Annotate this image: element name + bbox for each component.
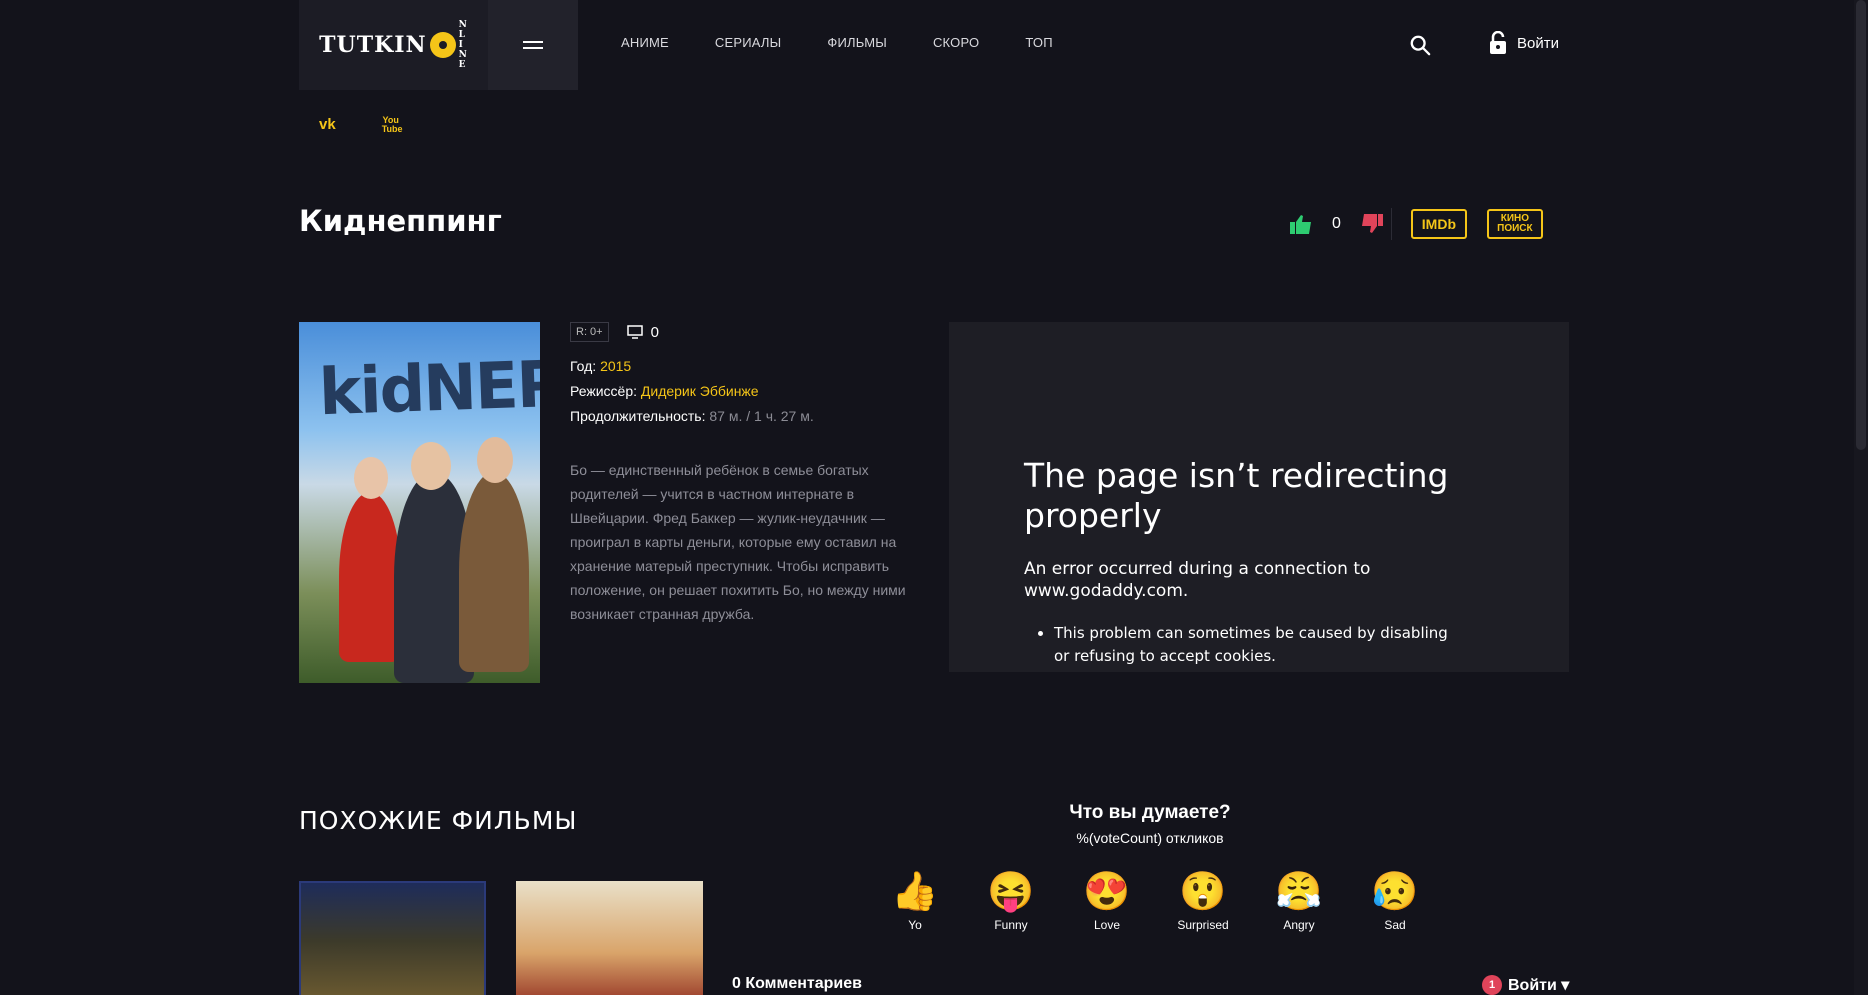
thumbs-up-emoji-icon: 👍 (891, 871, 939, 913)
thumbs-down-icon[interactable] (1361, 214, 1383, 234)
comments-login-button[interactable]: 1 Войти ▾ (1482, 975, 1569, 995)
page-title: Киднеппинг (299, 204, 502, 238)
nav-item-soon[interactable]: СКОРО (933, 35, 979, 50)
logo-text: TUTKIN (319, 32, 427, 58)
director-link[interactable]: Дидерик Эббинже (641, 383, 759, 399)
social-links: vk You Tube (319, 116, 403, 134)
vk-icon[interactable]: vk (319, 116, 336, 134)
nav-item-series[interactable]: СЕРИАЛЫ (715, 35, 781, 50)
reactions-title: Что вы думаете? (1069, 802, 1231, 823)
divider (1390, 208, 1392, 240)
film-reel-icon (429, 32, 456, 58)
logo-side-text: NLINE (458, 20, 468, 70)
site-logo[interactable]: TUTKIN NLINE (299, 0, 488, 90)
year-link[interactable]: 2015 (600, 358, 631, 374)
nav-item-films[interactable]: ФИЛЬМЫ (827, 35, 887, 50)
nav-item-anime[interactable]: АНИМЕ (621, 35, 669, 50)
sad-emoji-icon: 😥 (1371, 871, 1419, 913)
similar-movie-card[interactable] (516, 881, 703, 995)
year-row: Год: 2015 (570, 358, 632, 374)
notification-badge: 1 (1482, 975, 1502, 995)
main-nav: АНИМЕ СЕРИАЛЫ ФИЛЬМЫ СКОРО ТОП (621, 35, 1053, 50)
comment-count[interactable]: 0 (626, 324, 659, 341)
login-button[interactable]: Войти (1489, 31, 1559, 55)
login-label: Войти (1517, 34, 1559, 52)
movie-description: Бо — единственный ребёнок в семье богаты… (570, 462, 906, 622)
comment-icon (626, 325, 643, 339)
reactions-subtitle: %(voteCount) откликов (1076, 830, 1224, 846)
thumbs-up-icon[interactable] (1290, 214, 1312, 234)
youtube-icon[interactable]: You Tube (382, 116, 403, 134)
error-description: An error occurred during a connection to… (1024, 559, 1371, 601)
error-title: The page isn’t redirecting properly (1024, 456, 1449, 535)
error-list-item: This problem can sometimes be caused by … (1054, 622, 1459, 668)
director-row: Режиссёр: Дидерик Эббинже (570, 383, 759, 399)
surprised-emoji-icon: 😲 (1179, 871, 1227, 913)
similar-movie-card[interactable] (299, 881, 486, 995)
unlock-icon (1490, 31, 1506, 54)
scrollbar-thumb[interactable] (1856, 0, 1866, 450)
reaction-yo[interactable]: 👍 Yo (887, 870, 943, 932)
reaction-surprised[interactable]: 😲 Surprised (1175, 870, 1231, 932)
rating-bar: 0 IMDb КИНО ПОИСК (1290, 208, 1543, 240)
hamburger-icon (523, 41, 543, 49)
poster-title-art: kidNEP (317, 347, 540, 431)
angry-emoji-icon: 😤 (1275, 871, 1323, 913)
vote-count: 0 (1332, 215, 1341, 232)
reaction-love[interactable]: 😍 Love (1079, 870, 1135, 932)
kinopoisk-badge[interactable]: КИНО ПОИСК (1486, 209, 1543, 239)
movie-info: R: 0+ 0 Год: 2015 Режиссёр: Дидерик Эбби… (570, 322, 915, 626)
reaction-funny[interactable]: 😝 Funny (983, 870, 1039, 932)
similar-heading: ПОХОЖИЕ ФИЛЬМЫ (299, 806, 578, 835)
reactions-bar: 👍 Yo 😝 Funny 😍 Love 😲 Surprised 😤 Angry 😥 Sad (887, 870, 1423, 932)
reaction-angry[interactable]: 😤 Angry (1271, 870, 1327, 932)
page-scrollbar[interactable] (1854, 0, 1868, 995)
imdb-badge[interactable]: IMDb (1410, 209, 1467, 239)
site-header: TUTKIN NLINE АНИМЕ СЕРИАЛЫ ФИЛЬМЫ СКОРО … (299, 0, 1569, 90)
age-rating-badge: R: 0+ (570, 322, 609, 342)
nav-item-top[interactable]: ТОП (1025, 35, 1052, 50)
duration-row: Продолжительность: 87 м. / 1 ч. 27 м. (570, 408, 814, 424)
video-player[interactable]: The page isn’t redirecting properly An e… (949, 322, 1569, 672)
reaction-sad[interactable]: 😥 Sad (1367, 870, 1423, 932)
search-icon[interactable] (1409, 34, 1431, 56)
heart-eyes-emoji-icon: 😍 (1083, 871, 1131, 913)
tongue-emoji-icon: 😝 (987, 871, 1035, 913)
comments-count: 0 Комментариев (732, 975, 862, 992)
movie-poster: kidNEP (299, 322, 540, 683)
error-list: This problem can sometimes be caused by … (1039, 622, 1459, 668)
menu-button[interactable] (488, 0, 578, 90)
